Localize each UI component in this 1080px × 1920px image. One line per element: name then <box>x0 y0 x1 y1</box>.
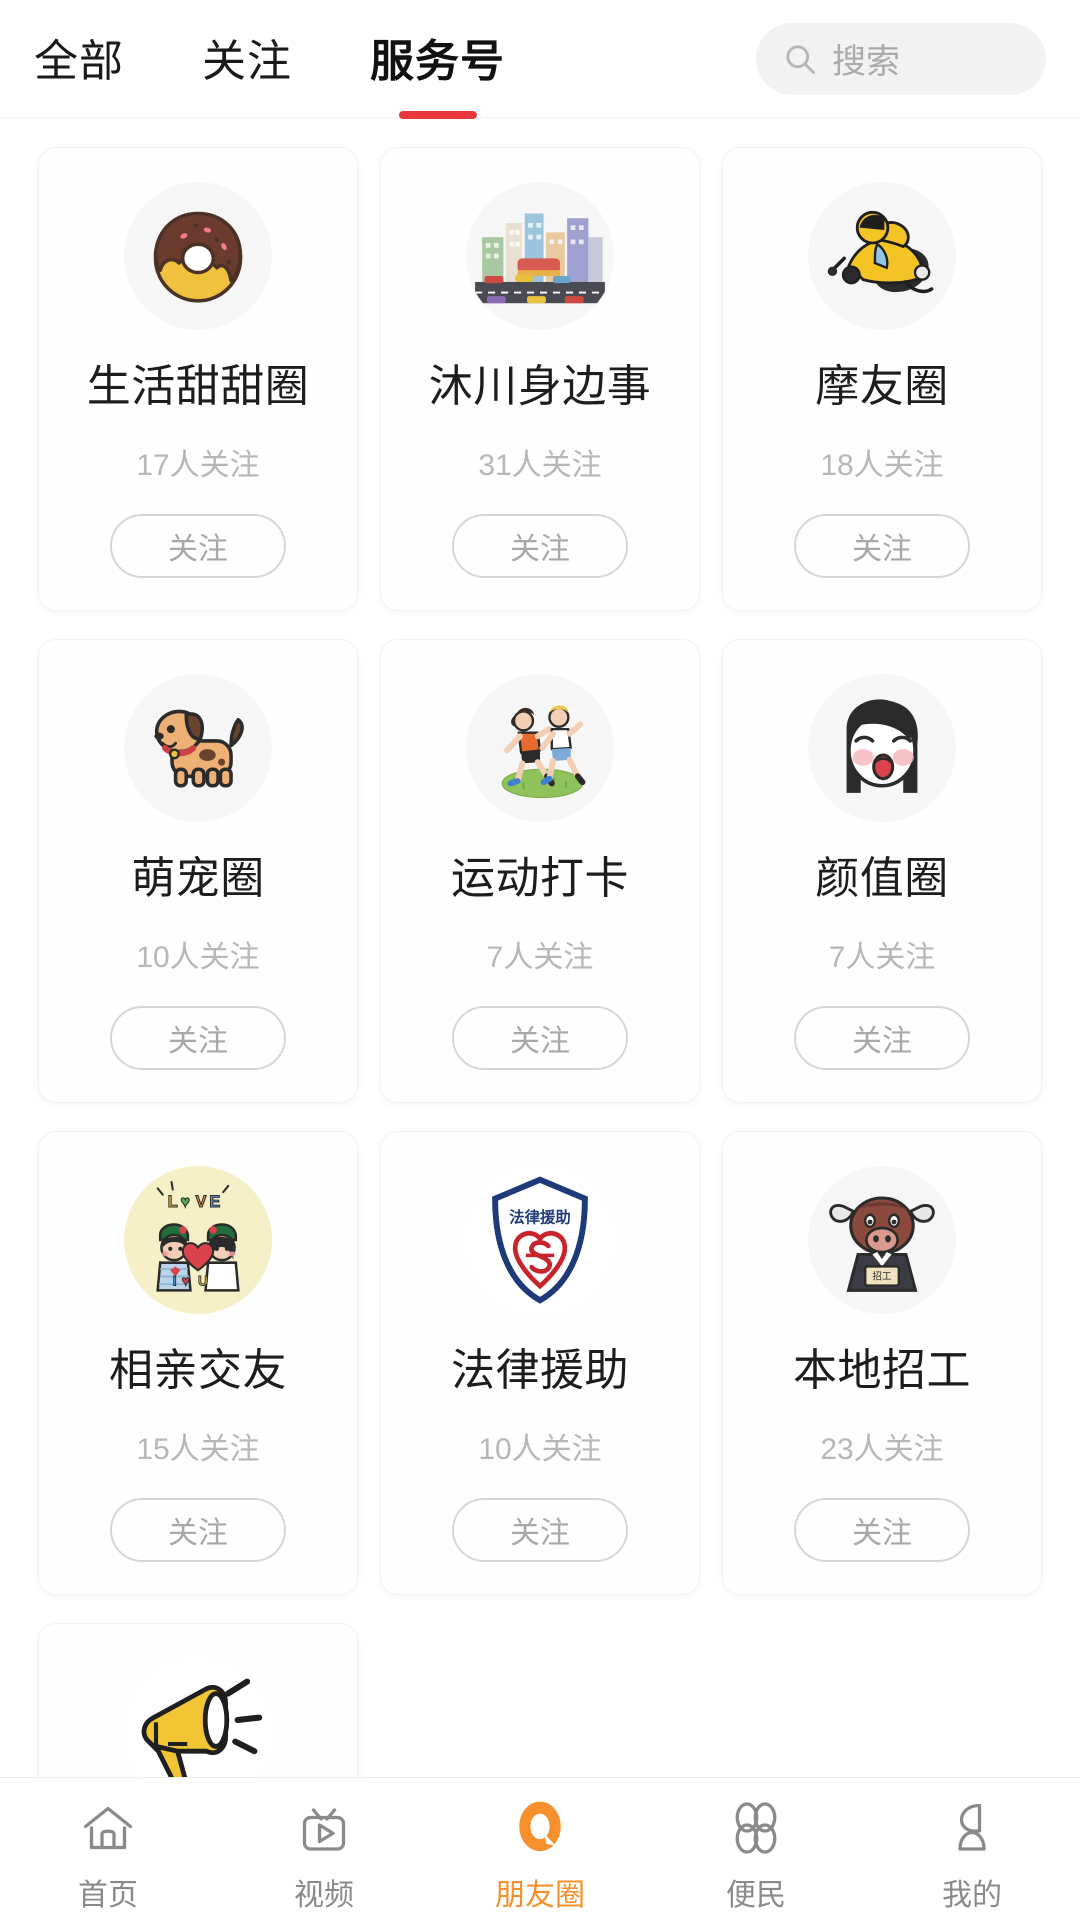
follower-count: 18人关注 <box>820 449 944 482</box>
service-card[interactable]: 颜值圈 7人关注 关注 <box>722 639 1042 1103</box>
service-card[interactable]: 沐川身边事 31人关注 关注 <box>380 147 700 611</box>
nav-label-convenience: 便民 <box>726 1879 786 1912</box>
service-card[interactable]: 法律援助 法律援助 10人关注 关注 <box>380 1131 700 1595</box>
megaphone-icon <box>141 1678 263 1777</box>
svg-text:U: U <box>198 1272 208 1288</box>
card-title: 本地招工 <box>793 1346 971 1395</box>
tab-all[interactable]: 全部 <box>34 25 124 93</box>
nav-item-video[interactable]: 视频 <box>216 1794 432 1914</box>
follow-button[interactable]: 关注 <box>110 1498 286 1562</box>
follow-button[interactable]: 关注 <box>452 514 628 578</box>
tab-bar: 全部 关注 服务号 <box>34 25 583 119</box>
card-title: 运动打卡 <box>451 854 629 903</box>
svg-text:E: E <box>209 1193 220 1211</box>
svg-text:♥: ♥ <box>180 1193 190 1211</box>
svg-text:L: L <box>168 1193 178 1211</box>
search-placeholder: 搜索 <box>832 43 900 81</box>
donut-icon <box>153 211 243 303</box>
card-title: 法律援助 <box>451 1346 629 1395</box>
tab-following[interactable]: 关注 <box>202 25 292 93</box>
home-icon <box>78 1794 138 1862</box>
card-title: 沐川身边事 <box>428 362 652 411</box>
tab-service-account-label: 服务号 <box>370 36 505 86</box>
motorcycle-icon <box>827 210 934 294</box>
card-title: 生活甜甜圈 <box>86 362 310 411</box>
couple-love-icon: L ♥ V E I ♥ U <box>135 1177 261 1303</box>
follow-button[interactable]: 关注 <box>794 1006 970 1070</box>
avatar <box>124 182 272 330</box>
flower-icon <box>726 1794 786 1862</box>
tab-all-label: 全部 <box>34 36 124 86</box>
card-title: 萌宠圈 <box>131 854 265 903</box>
runners-icon <box>501 705 586 799</box>
svg-text:I: I <box>173 1272 177 1288</box>
bottom-tab-bar: 首页 视频 朋友圈 便民 我的 <box>0 1777 1080 1920</box>
face-icon <box>846 699 918 793</box>
service-card[interactable]: L ♥ V E I ♥ U 相亲交友 15人关注 关注 <box>38 1131 358 1595</box>
follow-button[interactable]: 关注 <box>110 514 286 578</box>
follow-button[interactable]: 关注 <box>794 514 970 578</box>
tab-following-label: 关注 <box>202 36 292 86</box>
service-card[interactable]: 运动打卡 7人关注 关注 <box>380 639 700 1103</box>
nav-item-convenience[interactable]: 便民 <box>648 1794 864 1914</box>
dog-icon <box>154 709 244 788</box>
avatar <box>466 182 614 330</box>
top-header: 全部 关注 服务号 搜索 <box>0 0 1080 119</box>
svg-text:法律援助: 法律援助 <box>509 1207 570 1226</box>
nav-item-home[interactable]: 首页 <box>0 1794 216 1914</box>
svg-text:招工: 招工 <box>872 1271 892 1283</box>
card-title: 颜值圈 <box>815 854 949 903</box>
legal-shield-icon: 法律援助 <box>492 1176 588 1304</box>
avatar <box>124 1658 272 1777</box>
service-card[interactable]: 摩友圈 18人关注 关注 <box>722 147 1042 611</box>
follow-button[interactable]: 关注 <box>794 1498 970 1562</box>
follower-count: 7人关注 <box>828 941 936 974</box>
moments-q-icon <box>508 1794 572 1862</box>
avatar: 法律援助 <box>466 1166 614 1314</box>
follower-count: 7人关注 <box>486 941 594 974</box>
nav-item-mine[interactable]: 我的 <box>864 1794 1080 1914</box>
nav-label-video: 视频 <box>294 1879 354 1912</box>
card-title: 相亲交友 <box>109 1346 287 1395</box>
avatar <box>466 674 614 822</box>
follow-button[interactable]: 关注 <box>452 1006 628 1070</box>
nav-item-moments[interactable]: 朋友圈 <box>432 1794 648 1914</box>
follower-count: 17人关注 <box>136 449 260 482</box>
video-icon <box>294 1794 354 1862</box>
card-grid: 生活甜甜圈 17人关注 关注 沐川身边事 31人关注 关注 摩友圈 18人关注 … <box>38 147 1042 1777</box>
service-card-partial[interactable] <box>38 1623 358 1777</box>
service-account-list[interactable]: 生活甜甜圈 17人关注 关注 沐川身边事 31人关注 关注 摩友圈 18人关注 … <box>0 119 1080 1777</box>
follower-count: 10人关注 <box>478 1433 602 1466</box>
service-card[interactable]: 萌宠圈 10人关注 关注 <box>38 639 358 1103</box>
nav-label-home: 首页 <box>78 1879 138 1912</box>
avatar <box>124 674 272 822</box>
nav-label-moments: 朋友圈 <box>495 1879 585 1912</box>
bull-worker-icon: 招工 <box>829 1196 935 1292</box>
avatar: 招工 <box>808 1166 956 1314</box>
follower-count: 23人关注 <box>820 1433 944 1466</box>
avatar <box>808 182 956 330</box>
follow-button[interactable]: 关注 <box>452 1498 628 1562</box>
person-icon <box>942 1794 1002 1862</box>
active-tab-indicator <box>398 110 477 119</box>
avatar <box>808 674 956 822</box>
search-input[interactable]: 搜索 <box>756 22 1046 95</box>
follower-count: 31人关注 <box>478 449 602 482</box>
service-card[interactable]: 招工 本地招工 23人关注 关注 <box>722 1131 1042 1595</box>
follower-count: 15人关注 <box>136 1433 260 1466</box>
service-card[interactable]: 生活甜甜圈 17人关注 关注 <box>38 147 358 611</box>
follower-count: 10人关注 <box>136 941 260 974</box>
cityscape-icon <box>475 197 605 315</box>
svg-text:V: V <box>195 1193 206 1211</box>
nav-label-mine: 我的 <box>942 1879 1002 1912</box>
follow-button[interactable]: 关注 <box>110 1006 286 1070</box>
svg-text:♥: ♥ <box>182 1272 190 1288</box>
search-icon <box>782 41 818 77</box>
avatar: L ♥ V E I ♥ U <box>124 1166 272 1314</box>
tab-service-account[interactable]: 服务号 <box>370 25 505 119</box>
card-title: 摩友圈 <box>815 362 949 411</box>
